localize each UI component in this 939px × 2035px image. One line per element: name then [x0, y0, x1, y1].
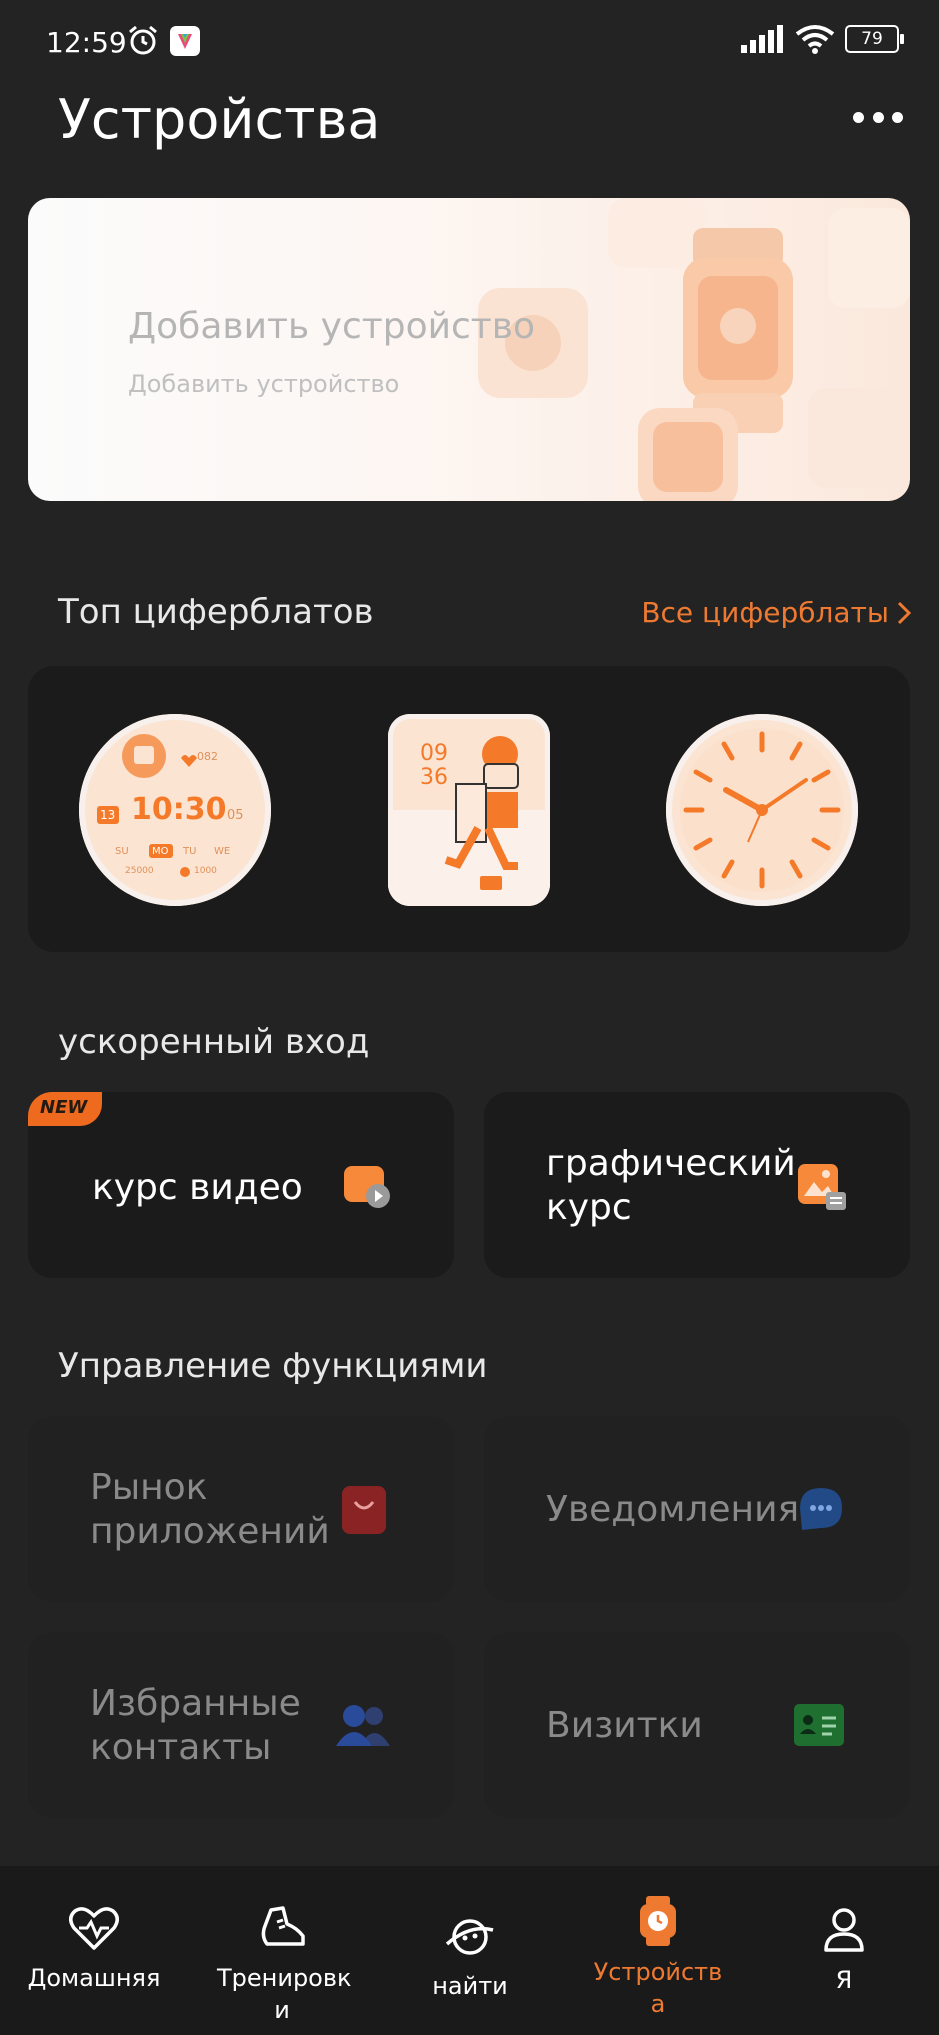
app-market-label: Рынок приложений — [90, 1467, 330, 1552]
app-notification-icon — [170, 26, 200, 56]
nav-discover[interactable]: найти — [376, 1866, 564, 2035]
face1-day-mo: MO — [152, 846, 169, 857]
chevron-right-icon — [897, 601, 911, 624]
face1-time: 10:30 — [131, 792, 227, 827]
all-watch-faces-link[interactable]: Все циферблаты — [641, 596, 911, 629]
more-options-button[interactable] — [853, 102, 903, 132]
planet-icon — [445, 1919, 494, 1955]
new-badge-label: NEW — [40, 1097, 88, 1118]
nav-devices[interactable]: Устройств а — [564, 1866, 752, 2035]
watch-face-3[interactable] — [666, 714, 858, 906]
video-course-label: курс видео — [92, 1167, 303, 1208]
nav-workouts-label: Тренировк и — [217, 1964, 352, 2024]
banner-subtitle: Добавить устройство — [128, 370, 400, 398]
battery-indicator: 79 — [845, 25, 904, 53]
face1-heart-rate: 082 — [197, 750, 218, 763]
face2-minute: 36 — [420, 765, 448, 790]
face1-date: 13 — [100, 808, 116, 822]
video-course-card[interactable]: NEW курс видео — [28, 1092, 454, 1278]
graphic-course-label: графический курс — [546, 1143, 796, 1228]
wifi-icon — [795, 25, 835, 54]
watch-face-2[interactable]: 09 36 — [388, 714, 550, 906]
sneaker-icon — [261, 1906, 305, 1946]
page-title: Устройства — [58, 88, 381, 151]
quick-entry-title: ускоренный вход — [58, 1022, 370, 1062]
functions-title: Управление функциями — [58, 1346, 488, 1386]
face1-month-day: 05 — [227, 808, 244, 823]
face1-kcal: 1000 — [194, 866, 217, 876]
business-cards-label: Визитки — [546, 1705, 703, 1746]
favorite-contacts-card[interactable]: Избранные контакты — [28, 1632, 454, 1818]
nav-home-label: Домашняя — [27, 1964, 161, 1992]
shopping-bag-icon — [340, 1484, 390, 1540]
image-icon — [796, 1162, 848, 1216]
status-indicators: 79 — [741, 24, 904, 54]
favorite-contacts-label: Избранные контакты — [90, 1683, 301, 1768]
nav-profile[interactable]: Я — [750, 1866, 938, 2035]
watch-face-1[interactable]: 082 13 10:30 05 SU MO TU WE 25000 1000 — [79, 714, 271, 906]
face1-day-tu: TU — [183, 846, 197, 857]
face1-day-su: SU — [115, 846, 129, 857]
all-watch-faces-label: Все циферблаты — [641, 596, 889, 629]
watch-icon — [640, 1896, 676, 1946]
id-card-icon — [792, 1702, 846, 1752]
face2-hour: 09 — [420, 741, 448, 766]
watch-faces-card: 082 13 10:30 05 SU MO TU WE 25000 1000 0… — [28, 666, 910, 952]
add-device-banner[interactable]: Добавить устройство Добавить устройство — [28, 198, 910, 501]
watch-illustration — [478, 198, 910, 501]
nav-home[interactable]: Домашняя — [0, 1866, 188, 2035]
watch-faces-title: Топ циферблатов — [58, 592, 374, 632]
notifications-card[interactable]: Уведомления — [484, 1416, 910, 1602]
banner-title: Добавить устройство — [128, 306, 536, 347]
face1-day-we: WE — [214, 846, 231, 857]
signal-icon — [741, 25, 783, 53]
message-bubble-icon — [796, 1484, 846, 1538]
video-icon — [342, 1162, 394, 1214]
user-icon — [824, 1908, 864, 1952]
app-market-card[interactable]: Рынок приложений — [28, 1416, 454, 1602]
face1-steps: 25000 — [125, 866, 154, 876]
graphic-course-card[interactable]: графический курс — [484, 1092, 910, 1278]
notifications-label: Уведомления — [546, 1489, 800, 1530]
nav-devices-label: Устройств а — [593, 1958, 723, 2018]
status-time: 12:59 — [46, 26, 127, 59]
heart-pulse-icon — [69, 1907, 119, 1950]
bottom-navigation: Домашняя Тренировк и найти Устройств а Я — [0, 1866, 939, 2035]
nav-profile-label: Я — [835, 1966, 853, 1994]
business-cards-card[interactable]: Визитки — [484, 1632, 910, 1818]
contacts-icon — [334, 1702, 392, 1752]
nav-workouts[interactable]: Тренировк и — [188, 1866, 376, 2035]
alarm-icon — [126, 24, 160, 62]
nav-discover-label: найти — [432, 1972, 508, 2000]
